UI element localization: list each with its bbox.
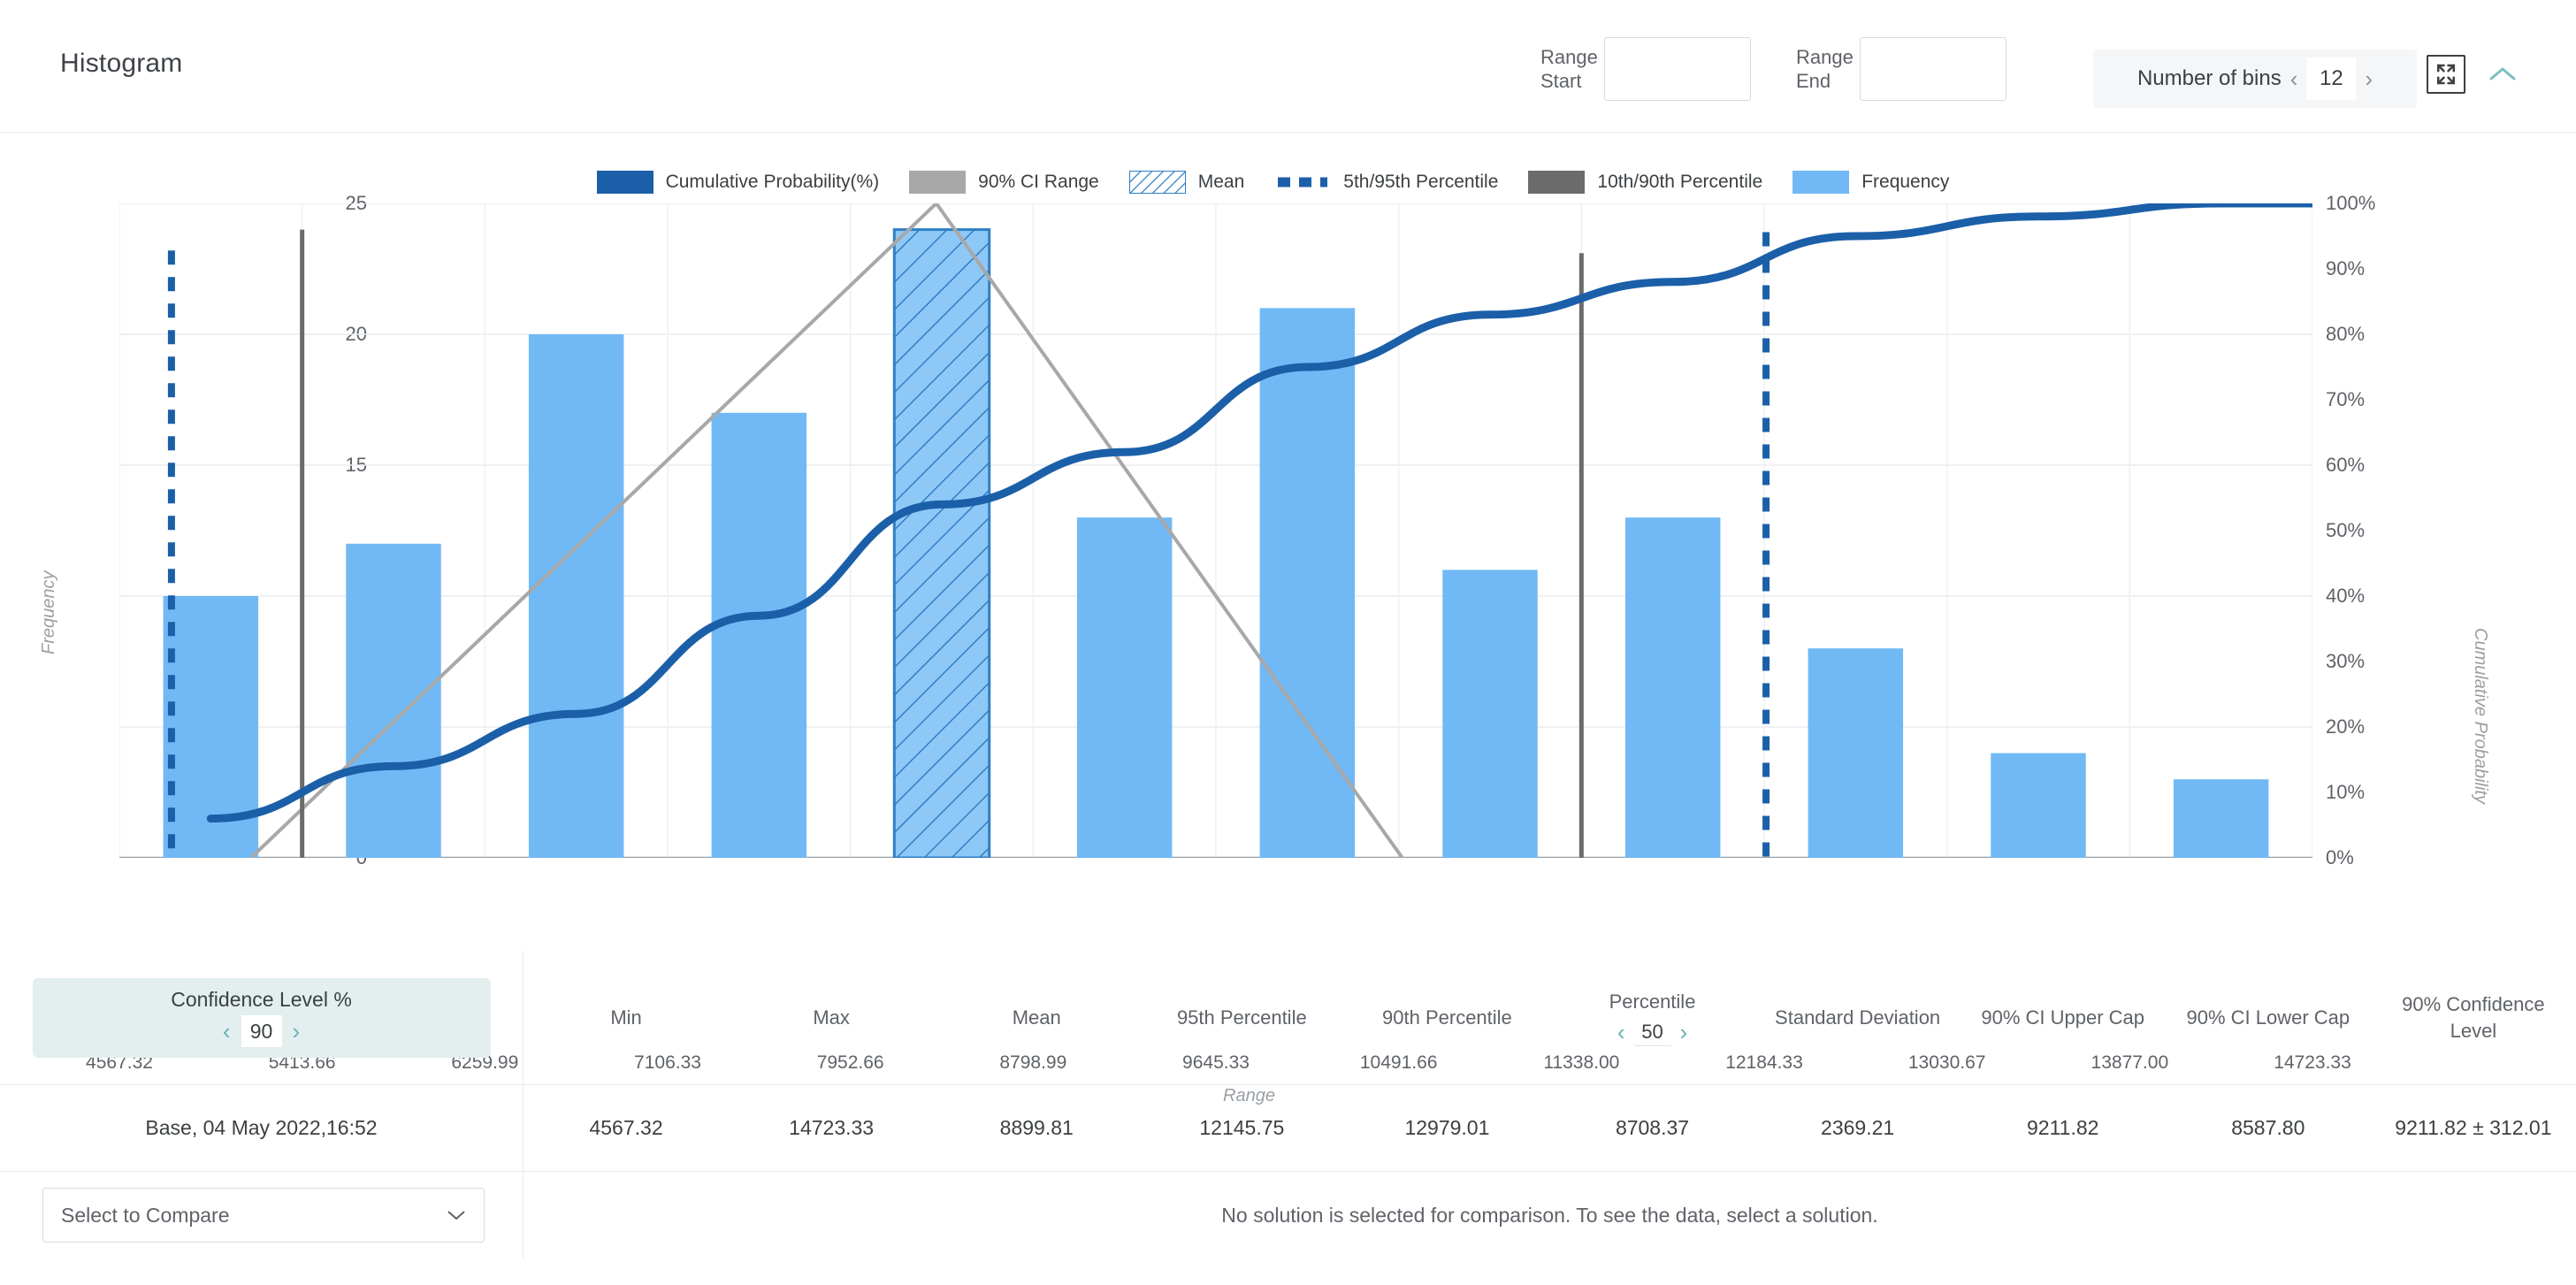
- stats-header-cell: Standard Deviation: [1775, 1006, 1941, 1029]
- fullscreen-icon[interactable]: [2427, 55, 2465, 94]
- stats-header-cell: Percentile ‹ 50 ›: [1549, 989, 1754, 1047]
- confidence-level-value[interactable]: 90: [241, 1015, 282, 1047]
- plot-canvas: [119, 203, 2312, 858]
- stats-header-cell: 90% CI Lower Cap: [2186, 1006, 2351, 1029]
- stats-value-cell: 8899.81: [999, 1116, 1074, 1139]
- y2-tick-label: 20%: [2326, 715, 2366, 738]
- range-end-input[interactable]: [1860, 37, 2007, 101]
- bar[interactable]: [1442, 570, 1538, 858]
- page-title: Histogram: [60, 49, 183, 78]
- y2-tick-label: 0%: [2326, 846, 2354, 868]
- bins-decrement-chevron-left-icon[interactable]: ‹: [2290, 67, 2298, 90]
- stats-header-cell: 95th Percentile: [1176, 1006, 1307, 1029]
- no-comparison-message: No solution is selected for comparison. …: [1221, 1203, 1878, 1227]
- range-end-label: Range End: [1796, 45, 1854, 93]
- bar[interactable]: [1808, 648, 1904, 858]
- panel-header: Histogram Range Start Range End Number o…: [0, 0, 2576, 133]
- y2-tick-label: 80%: [2326, 323, 2366, 345]
- stats-value-cell: 8587.80: [2231, 1116, 2305, 1139]
- y2-tick-label: 40%: [2326, 585, 2366, 607]
- range-start-group: Range Start: [1540, 37, 1751, 101]
- stats-header-cell: Min: [610, 1006, 642, 1029]
- histogram-chart: Frequency Cumulative Probability Range 0…: [0, 186, 2576, 1105]
- confidence-level-control: Confidence Level % ‹ 90 ›: [32, 977, 491, 1058]
- confidence-level-stepper: ‹ 90 ›: [223, 1015, 300, 1047]
- histogram-panel: Histogram Range Start Range End Number o…: [0, 0, 2576, 1285]
- confidence-level-cell: Confidence Level % ‹ 90 ›: [0, 951, 523, 1085]
- percentile-value[interactable]: 50: [1633, 1018, 1671, 1047]
- range-start-input[interactable]: [1604, 37, 1751, 101]
- stats-value-cell: 4567.32: [589, 1116, 663, 1139]
- stats-left-column: Confidence Level % ‹ 90 › Base, 04 May 2…: [0, 951, 524, 1258]
- bar[interactable]: [711, 412, 807, 858]
- select-to-compare-dropdown[interactable]: Select to Compare: [42, 1188, 485, 1243]
- bar-mean[interactable]: [892, 228, 991, 858]
- stats-value-cell: 2369.21: [1821, 1116, 1895, 1139]
- y2-tick-label: 30%: [2326, 650, 2366, 672]
- bar[interactable]: [1259, 308, 1356, 858]
- base-solution-label: Base, 04 May 2022,16:52: [0, 1085, 523, 1172]
- number-of-bins-label: Number of bins: [2136, 66, 2282, 90]
- stats-value-row: 4567.32 14723.33 8899.81 12145.75 12979.01 87…: [524, 1085, 2576, 1172]
- bar[interactable]: [528, 334, 624, 858]
- y2-tick-label: 10%: [2326, 781, 2366, 803]
- stats-header-cell: 90% Confidence Level: [2402, 992, 2545, 1042]
- range-end-group: Range End: [1796, 37, 2007, 101]
- confidence-increment-chevron-right-icon[interactable]: ›: [293, 1020, 301, 1043]
- chevron-up-icon[interactable]: [2481, 53, 2524, 96]
- stats-header-cell: 90% CI Upper Cap: [1981, 1006, 2145, 1029]
- bins-value[interactable]: 12: [2306, 57, 2357, 100]
- bar[interactable]: [1076, 517, 1173, 858]
- stats-header-label: Percentile: [1609, 990, 1696, 1013]
- stats-header-row: Min Max Mean 95th Percentile 90th Percentile…: [524, 951, 2576, 1085]
- y2-tick-label: 50%: [2326, 519, 2366, 541]
- y2-tick-label: 60%: [2326, 454, 2366, 476]
- bar[interactable]: [2173, 779, 2269, 858]
- stats-value-cell: 9211.82 ± 312.01: [2395, 1116, 2552, 1139]
- bins-increment-chevron-right-icon[interactable]: ›: [2365, 67, 2373, 90]
- confidence-decrement-chevron-left-icon[interactable]: ‹: [223, 1020, 231, 1043]
- stats-value-cell: 12145.75: [1199, 1116, 1285, 1139]
- y2-tick-label: 90%: [2326, 257, 2366, 279]
- y-axis-label-frequency: Frequency: [39, 570, 58, 655]
- percentile-decrement-chevron-left-icon[interactable]: ‹: [1617, 1021, 1625, 1044]
- percentile-increment-chevron-right-icon[interactable]: ›: [1680, 1021, 1688, 1044]
- y-axis-label-cumulative-probability: Cumulative Probability: [2471, 628, 2490, 804]
- bar[interactable]: [1991, 753, 2086, 858]
- y2-tick-label: 70%: [2326, 388, 2366, 410]
- stats-header-cell: 90th Percentile: [1382, 1006, 1512, 1029]
- compare-select-cell: Select to Compare: [0, 1172, 523, 1258]
- bar[interactable]: [1624, 517, 1721, 858]
- number-of-bins-control: Number of bins ‹ 12 ›: [2093, 50, 2417, 108]
- stats-value-cell: 8708.37: [1615, 1116, 1690, 1139]
- y2-tick-label: 100%: [2326, 192, 2376, 214]
- stats-value-cell: 12979.01: [1404, 1116, 1490, 1139]
- stats-header-cell: Mean: [1012, 1006, 1061, 1029]
- stats-header-cell: Max: [813, 1006, 850, 1029]
- percentile-stepper: ‹ 50 ›: [1555, 1018, 1749, 1047]
- range-start-label: Range Start: [1540, 45, 1598, 93]
- stats-value-cell: 9211.82: [2026, 1116, 2099, 1139]
- stats-right-column: Min Max Mean 95th Percentile 90th Percentile…: [524, 951, 2576, 1258]
- chevron-down-icon: [447, 1211, 465, 1220]
- confidence-level-label: Confidence Level %: [171, 988, 352, 1011]
- select-to-compare-placeholder: Select to Compare: [61, 1203, 230, 1227]
- bar[interactable]: [346, 543, 441, 858]
- stats-value-cell: 14723.33: [789, 1116, 875, 1139]
